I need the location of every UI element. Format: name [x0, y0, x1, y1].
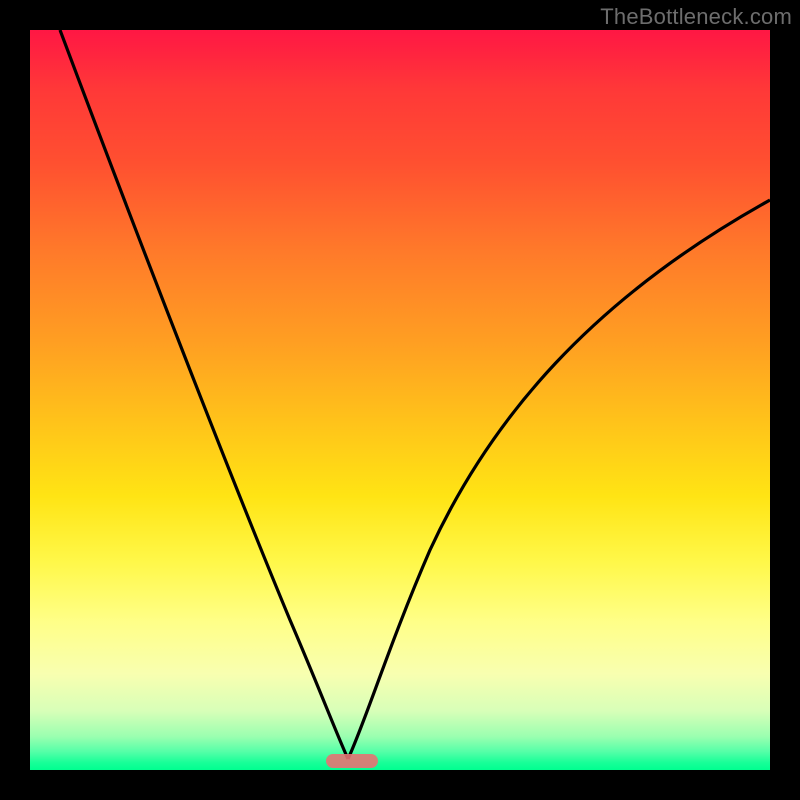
curve-layer [30, 30, 770, 770]
optimum-marker [326, 754, 378, 768]
chart-frame: TheBottleneck.com [0, 0, 800, 800]
curve-right-branch [348, 200, 770, 759]
curve-left-branch [60, 30, 348, 759]
plot-area [30, 30, 770, 770]
watermark-text: TheBottleneck.com [600, 4, 792, 30]
